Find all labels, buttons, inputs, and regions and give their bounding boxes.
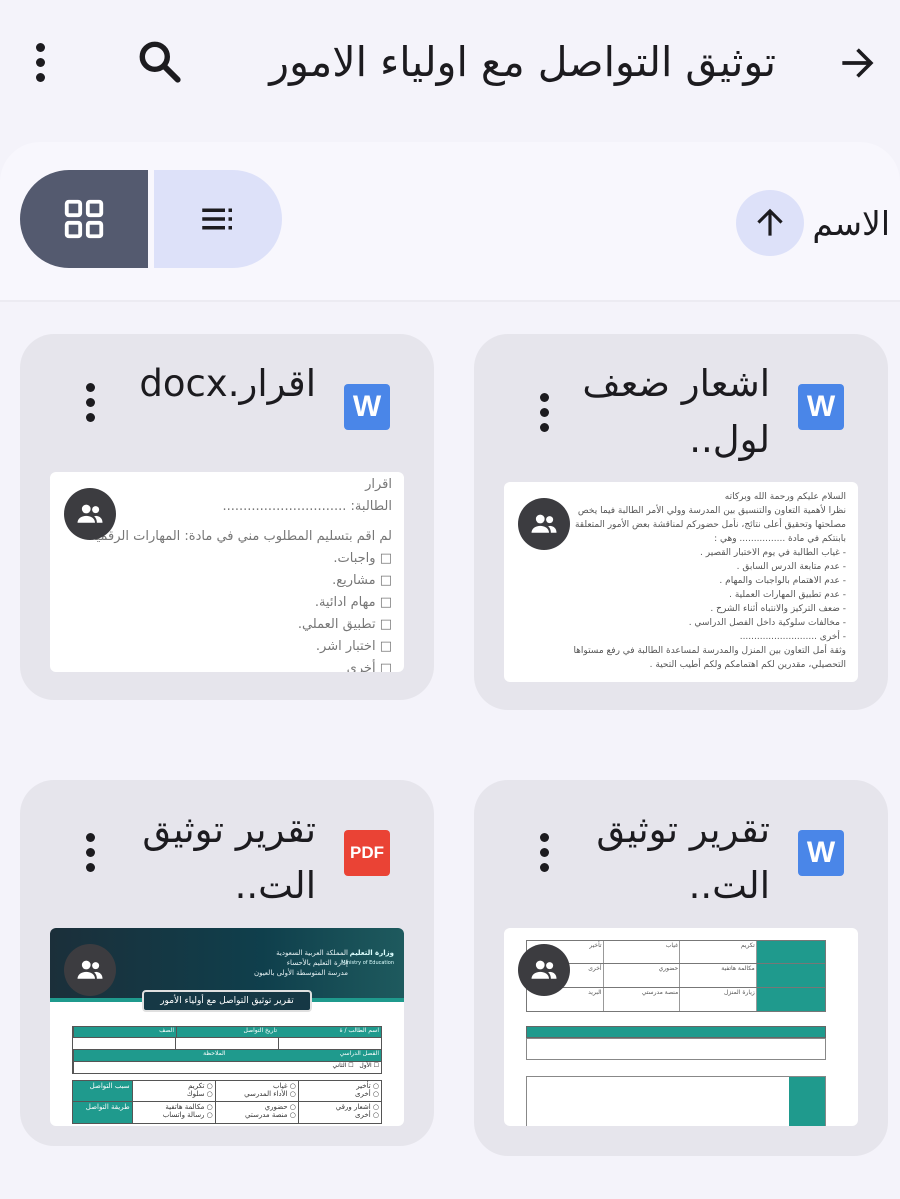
document-preview-table: تأخير غياب تكريم أخرى حضوري مكالمة هاتفي… xyxy=(526,940,826,1012)
file-name: اشعار ضعف لول.. xyxy=(582,362,770,461)
search-icon xyxy=(139,41,181,83)
file-thumbnail[interactable]: تأخير غياب تكريم أخرى حضوري مكالمة هاتفي… xyxy=(504,928,858,1126)
preview-teal-bar xyxy=(526,1026,826,1038)
file-thumbnail[interactable]: اقرار الطالبة: .........................… xyxy=(50,472,404,672)
word-file-icon: W xyxy=(344,384,390,430)
ministry-logo: وزارة التعليم Ministry of Education xyxy=(341,949,394,966)
pdf-file-icon: PDF xyxy=(344,830,390,876)
file-more-button[interactable] xyxy=(70,822,110,882)
grid-view-toggle[interactable] xyxy=(20,170,148,268)
search-button[interactable] xyxy=(128,30,192,94)
more-options-button[interactable] xyxy=(10,30,70,94)
arrow-right-icon xyxy=(842,48,874,78)
shared-people-icon xyxy=(64,944,116,996)
file-thumbnail[interactable]: السلام عليكم ورحمة الله وبركاته نظرا لأه… xyxy=(504,482,858,682)
shared-people-icon xyxy=(518,944,570,996)
sort-control[interactable]: الاسم xyxy=(736,190,890,256)
file-more-button[interactable] xyxy=(70,372,110,432)
top-app-bar: توثيق التواصل مع اولياء الامور xyxy=(0,0,900,125)
list-view-icon xyxy=(202,208,232,230)
file-card[interactable]: W اقرار.docx اقرار الطالبة: ............… xyxy=(20,334,434,700)
word-file-icon: W xyxy=(798,384,844,430)
file-card[interactable]: W تقرير توثيق الت.. تأخير غياب تكريم أخر… xyxy=(474,780,888,1156)
report-org-text: المملكة العربية السعودية إدارة التعليم ب… xyxy=(253,949,348,977)
back-button[interactable] xyxy=(826,32,888,94)
files-toolbar: الاسم xyxy=(0,142,900,302)
file-thumbnail[interactable]: المملكة العربية السعودية إدارة التعليم ب… xyxy=(50,928,404,1126)
file-name: تقرير توثيق الت.. xyxy=(596,808,770,907)
file-card[interactable]: W اشعار ضعف لول.. السلام عليكم ورحمة الل… xyxy=(474,334,888,710)
file-card[interactable]: PDF تقرير توثيق الت.. المملكة العربية ال… xyxy=(20,780,434,1146)
shared-people-icon xyxy=(64,488,116,540)
report-options-table: سبب التواصل ○ تكريم ○ سلوك ○ غياب ○ الأداء… xyxy=(72,1080,382,1124)
shared-people-icon xyxy=(518,498,570,550)
word-file-icon: W xyxy=(798,830,844,876)
preview-box xyxy=(526,1076,826,1126)
grid-view-icon xyxy=(64,199,104,239)
list-view-toggle[interactable] xyxy=(154,170,282,268)
preview-notes-box xyxy=(526,1038,826,1060)
page-title: توثيق التواصل مع اولياء الامور xyxy=(269,38,776,86)
report-info-table: اسم الطالب / ة تاريخ التواصل الصف الفصل … xyxy=(72,1026,382,1074)
sort-label: الاسم xyxy=(812,203,890,243)
file-more-button[interactable] xyxy=(524,382,564,442)
file-more-button[interactable] xyxy=(524,822,564,882)
arrow-up-icon xyxy=(757,208,784,236)
file-name: اقرار.docx xyxy=(139,362,316,405)
report-title: تقرير توثيق التواصل مع أولياء الأمور xyxy=(142,990,312,1012)
sort-direction-button[interactable] xyxy=(736,190,805,256)
file-name: تقرير توثيق الت.. xyxy=(142,808,316,907)
